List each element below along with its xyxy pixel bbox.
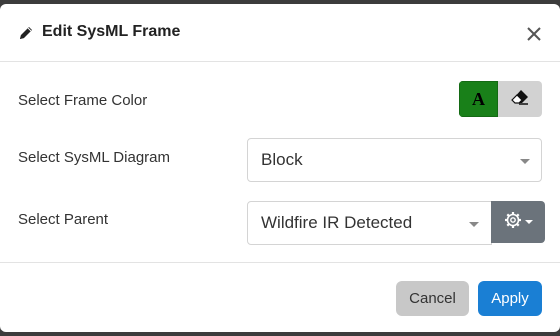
chevron-down-icon — [524, 220, 533, 224]
eraser-icon — [510, 89, 530, 110]
dialog-footer: Cancel Apply — [0, 262, 560, 332]
gear-icon — [504, 211, 522, 234]
parent-select[interactable]: Wildfire IR Detected — [247, 201, 492, 245]
parent-settings-button[interactable] — [491, 201, 545, 243]
pencil-icon — [17, 24, 35, 42]
frame-color-picker: A — [459, 81, 542, 117]
cancel-button[interactable]: Cancel — [396, 281, 469, 316]
parent-select-value: Wildfire IR Detected — [261, 213, 413, 232]
dialog-title: Edit SysML Frame — [42, 23, 181, 40]
apply-button[interactable]: Apply — [478, 281, 542, 316]
dialog-header: Edit SysML Frame — [0, 4, 560, 62]
diagram-label: Select SysML Diagram — [18, 149, 170, 166]
parent-label: Select Parent — [18, 211, 109, 228]
chevron-down-icon — [469, 222, 479, 227]
eraser-button[interactable] — [498, 81, 542, 117]
diagram-select-value: Block — [261, 150, 303, 169]
close-icon[interactable] — [524, 24, 544, 44]
diagram-select[interactable]: Block — [247, 138, 542, 182]
edit-sysml-frame-dialog: Edit SysML Frame Select Frame Color A Se… — [0, 4, 560, 332]
chevron-down-icon — [520, 159, 530, 164]
frame-color-label: Select Frame Color — [18, 92, 148, 109]
text-color-button[interactable]: A — [459, 81, 498, 117]
